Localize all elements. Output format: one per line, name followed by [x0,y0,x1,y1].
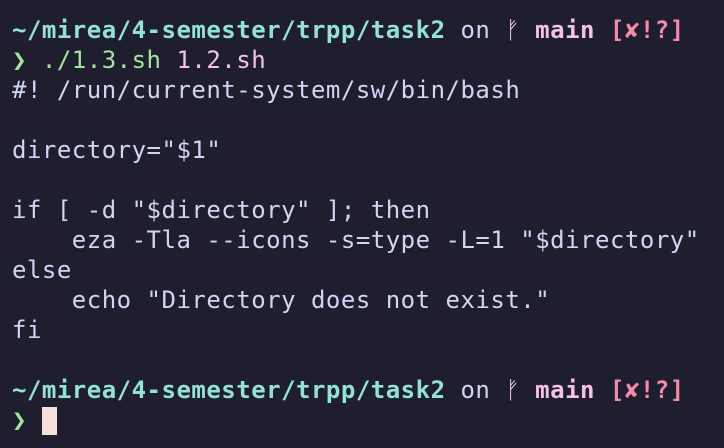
prompt-path: ~/mirea/4-semester/trpp/task2 [12,376,446,404]
output-line: directory="$1" [12,136,222,164]
prompt-line: ~/mirea/4-semester/trpp/task2 on ᚠ main … [12,375,724,405]
prompt-chevron-icon: ❯ [12,46,27,74]
cursor [41,407,57,435]
git-status: [✘!?] [594,376,685,404]
prompt-path: ~/mirea/4-semester/trpp/task2 [12,16,446,44]
git-branch: main [520,376,595,404]
output-line: #! /run/current-system/sw/bin/bash [12,76,521,104]
input-line[interactable]: ❯ [12,405,724,435]
output-line: eza -Tla --icons -s=type -L=1 "$director… [12,226,700,254]
command-program: ./1.3.sh [41,46,162,74]
prompt-line: ~/mirea/4-semester/trpp/task2 on ᚠ main … [12,15,724,45]
git-status: [✘!?] [594,16,685,44]
prompt-on: on [445,376,506,404]
output-line: fi [12,316,42,344]
git-branch-icon: ᚠ [505,376,521,404]
output-line: echo "Directory does not exist." [12,286,551,314]
git-branch: main [520,16,595,44]
command-line: ❯ ./1.3.sh 1.2.sh [12,45,724,75]
output-line: else [12,256,72,284]
git-branch-icon: ᚠ [505,16,521,44]
prompt-chevron-icon: ❯ [12,406,27,434]
prompt-on: on [445,16,506,44]
terminal[interactable]: ~/mirea/4-semester/trpp/task2 on ᚠ main … [0,0,724,435]
output-line: if [ -d "$directory" ]; then [12,196,431,224]
command-argument: 1.2.sh [161,46,267,74]
